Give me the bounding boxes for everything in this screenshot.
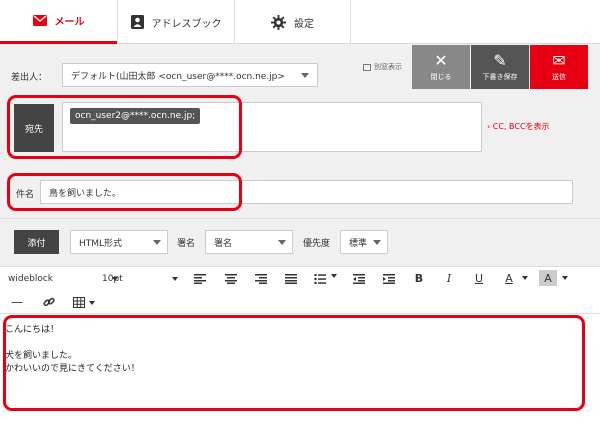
to-button-label: 宛先 (24, 124, 43, 135)
attach-button[interactable]: 添付 (14, 230, 59, 254)
body-line-2: 犬を飼いました。 (5, 351, 78, 361)
send-button[interactable]: ✉ 送信 (530, 45, 588, 89)
popout-label: 別窓表示 (374, 63, 402, 71)
align-center-icon[interactable] (222, 271, 240, 287)
tab-address-book-label: アドレスブック (151, 18, 222, 30)
tab-settings[interactable]: 設定 (234, 0, 351, 44)
from-select[interactable]: デフォルト(山田太郎 <ocn_user@****.ocn.ne.jp> (62, 63, 318, 87)
tab-mail-label: メール (54, 17, 85, 28)
cc-bcc-label: CC, BCCを表示 (492, 122, 550, 131)
from-label: 差出人： (11, 73, 48, 83)
font-size-value: 10pt (102, 274, 123, 284)
align-right-icon[interactable] (252, 271, 270, 287)
send-icon: ✉ (552, 51, 566, 70)
gear-icon (271, 14, 286, 30)
top-tab-bar: メール アドレスブック 設定 (0, 0, 600, 44)
close-icon: ✕ (434, 51, 448, 70)
mail-icon (32, 15, 47, 26)
subject-label: 件名 (16, 190, 35, 200)
save-draft-button[interactable]: ✎ 下書き保存 (471, 45, 529, 89)
priority-select[interactable]: 標準 (340, 230, 388, 254)
edit-icon: ✎ (493, 51, 507, 70)
chevron-down-icon[interactable] (89, 301, 95, 305)
tab-address-book[interactable]: アドレスブック (117, 0, 234, 44)
align-justify-icon[interactable] (282, 271, 300, 287)
subject-input[interactable]: 鳥を飼いました。 (40, 180, 573, 204)
table-icon[interactable] (70, 294, 88, 310)
chevron-down-icon (278, 240, 286, 245)
message-body-editor[interactable]: こんにちは！ 犬を飼いました。 かわいいので見にきてください！ (0, 314, 600, 430)
chevron-down-icon[interactable] (522, 276, 528, 280)
close-button-label: 閉じる (430, 73, 452, 81)
close-button[interactable]: ✕ 閉じる (412, 45, 470, 89)
from-select-value: デフォルト(山田太郎 <ocn_user@****.ocn.ne.jp> (71, 72, 285, 82)
font-size-select[interactable]: 10pt (102, 270, 178, 288)
attach-button-label: 添付 (27, 238, 46, 249)
chevron-down-icon[interactable] (562, 276, 568, 280)
bold-icon[interactable]: B (410, 270, 428, 286)
chevron-down-icon (301, 73, 309, 78)
format-select-value: HTML形式 (79, 239, 123, 249)
subject-value: 鳥を飼いました。 (49, 189, 122, 199)
address-book-icon (130, 15, 144, 29)
body-line-1: こんにちは！ (5, 325, 60, 335)
signature-label: 署名 (177, 239, 196, 249)
horizontal-rule-icon[interactable]: — (8, 294, 26, 310)
indent-icon[interactable] (380, 271, 398, 287)
font-color-icon[interactable]: A (500, 270, 518, 286)
save-draft-label: 下書き保存 (482, 73, 518, 81)
tab-settings-label: 設定 (294, 18, 314, 30)
recipient-chip[interactable]: ocn_user2@****.ocn.ne.jp; (70, 108, 201, 124)
signature-select-value: 署名 (214, 239, 233, 249)
popout-icon (363, 63, 371, 71)
to-recipients-field[interactable]: ocn_user2@****.ocn.ne.jp; (62, 102, 482, 152)
body-line-3: かわいいので見にきてください！ (5, 364, 140, 374)
send-button-label: 送信 (552, 73, 566, 81)
to-button[interactable]: 宛先 (14, 104, 54, 152)
popout-window-link[interactable]: 別窓表示 (363, 62, 402, 72)
highlight-color-icon[interactable]: A (539, 270, 557, 286)
chevron-down-icon (153, 240, 161, 245)
align-left-icon[interactable] (191, 271, 209, 287)
chevron-down-icon (373, 240, 381, 245)
chevron-down-icon (171, 276, 178, 281)
priority-label: 優先度 (303, 239, 331, 249)
tab-mail[interactable]: メール (0, 0, 117, 44)
underline-icon[interactable]: U (470, 270, 488, 286)
font-family-value: wideblock (8, 274, 53, 284)
link-icon[interactable] (40, 294, 58, 310)
outdent-icon[interactable] (350, 271, 368, 287)
italic-icon[interactable]: I (440, 270, 458, 286)
bullet-list-icon[interactable] (311, 271, 329, 287)
format-select[interactable]: HTML形式 (70, 230, 168, 254)
signature-select[interactable]: 署名 (205, 230, 293, 254)
show-cc-bcc-link[interactable]: › CC, BCCを表示 (487, 121, 550, 132)
chevron-down-icon[interactable] (331, 274, 337, 278)
priority-select-value: 標準 (349, 239, 368, 249)
